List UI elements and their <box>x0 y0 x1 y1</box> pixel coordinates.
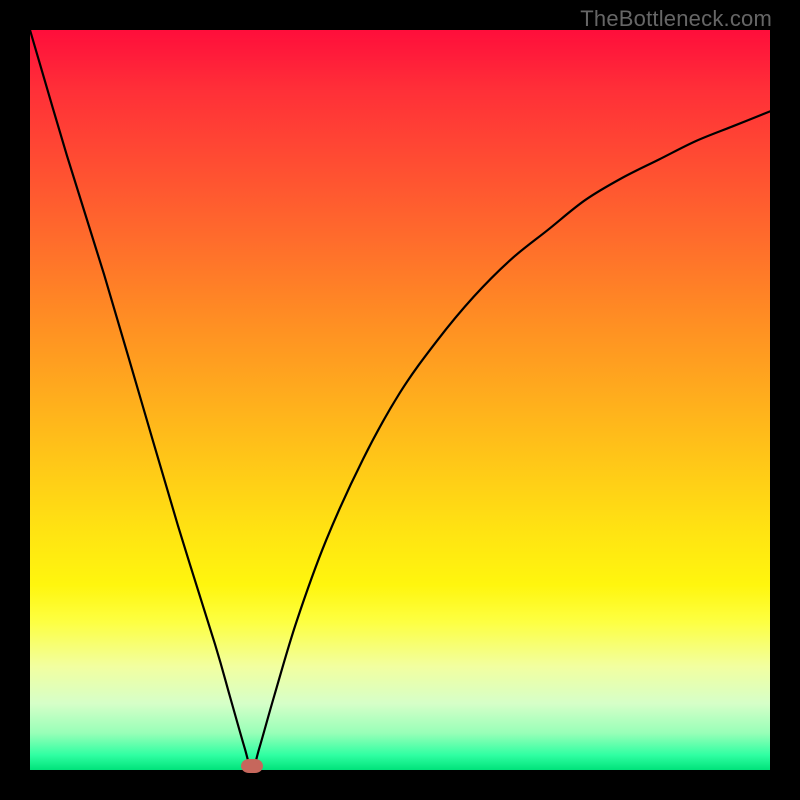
bottleneck-curve <box>30 30 770 770</box>
chart-frame: TheBottleneck.com <box>0 0 800 800</box>
watermark-text: TheBottleneck.com <box>580 6 772 32</box>
curve-layer <box>30 30 770 770</box>
optimal-point-marker <box>241 759 263 773</box>
plot-area <box>30 30 770 770</box>
